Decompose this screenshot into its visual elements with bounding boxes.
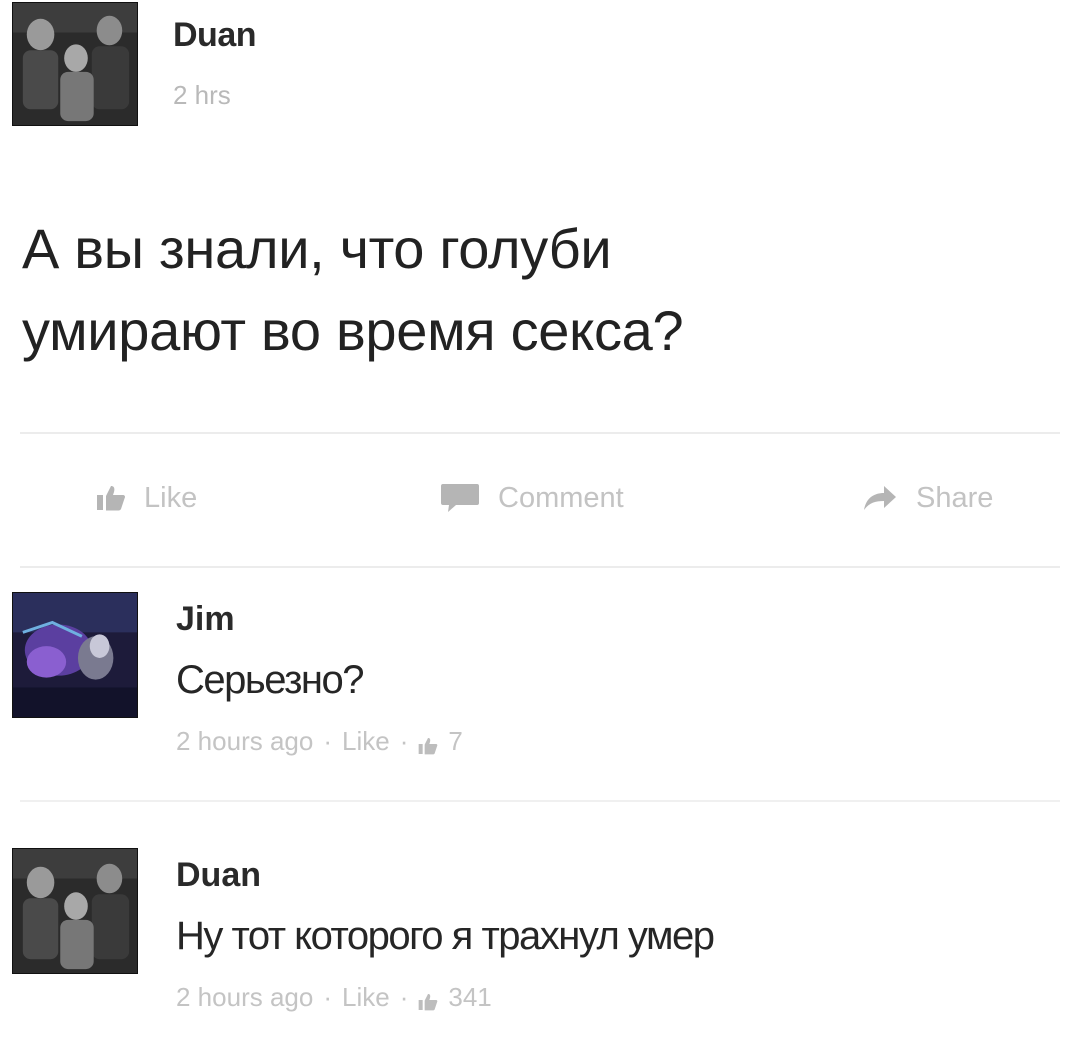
comment-author-name[interactable]: Duan (176, 856, 261, 895)
share-button-label: Share (916, 481, 994, 514)
like-button-label: Like (144, 481, 198, 514)
post-divider-top (20, 432, 1060, 434)
comment-meta: 2 hours ago · Like · 7 (176, 726, 463, 757)
meta-separator: · (323, 982, 332, 1012)
thumbs-up-icon (418, 988, 438, 1010)
comment-timestamp[interactable]: 2 hours ago (176, 982, 313, 1013)
comment-meta: 2 hours ago · Like · 341 (176, 982, 492, 1013)
comment-timestamp[interactable]: 2 hours ago (176, 726, 313, 757)
post-text-line-1: А вы знали, что голуби (22, 217, 612, 280)
speech-bubble-icon (440, 482, 480, 514)
comment-like-link[interactable]: Like (342, 982, 390, 1013)
post-divider-bottom (20, 566, 1060, 568)
thumbs-up-icon (96, 484, 126, 512)
meta-separator: · (399, 726, 409, 756)
share-button[interactable]: Share (862, 478, 993, 518)
comment-like-link[interactable]: Like (342, 726, 390, 757)
comment-author-name[interactable]: Jim (176, 600, 235, 639)
comment-item: Jim Серьезно? 2 hours ago · Like · 7 (12, 592, 1052, 756)
meta-separator: · (323, 726, 332, 756)
comment-item: Duan Ну тот которого я трахнул умер 2 ho… (12, 848, 1052, 1012)
like-button[interactable]: Like (96, 478, 197, 518)
post-author-name[interactable]: Duan (173, 16, 257, 55)
comment-text: Серьезно? (176, 658, 365, 702)
comment-author-avatar[interactable] (12, 848, 138, 974)
post-text: А вы знали, что голуби умирают во время … (22, 208, 1022, 372)
comment-author-avatar[interactable] (12, 592, 138, 718)
post-header: Duan 2 hrs (12, 2, 512, 128)
post-text-line-2: умирают во время секса? (22, 299, 684, 362)
comment-button-label: Comment (498, 481, 624, 514)
thumbs-up-icon (418, 732, 438, 754)
comment-like-count[interactable]: 7 (448, 726, 462, 757)
post-timestamp[interactable]: 2 hrs (173, 80, 231, 111)
comment-like-count[interactable]: 341 (448, 982, 491, 1013)
comment-divider (20, 800, 1060, 802)
meta-separator: · (399, 982, 409, 1012)
post-author-avatar[interactable] (12, 2, 138, 126)
comment-button[interactable]: Comment (440, 478, 624, 518)
comment-text: Ну тот которого я трахнул умер (176, 914, 715, 958)
share-arrow-icon (862, 484, 898, 512)
